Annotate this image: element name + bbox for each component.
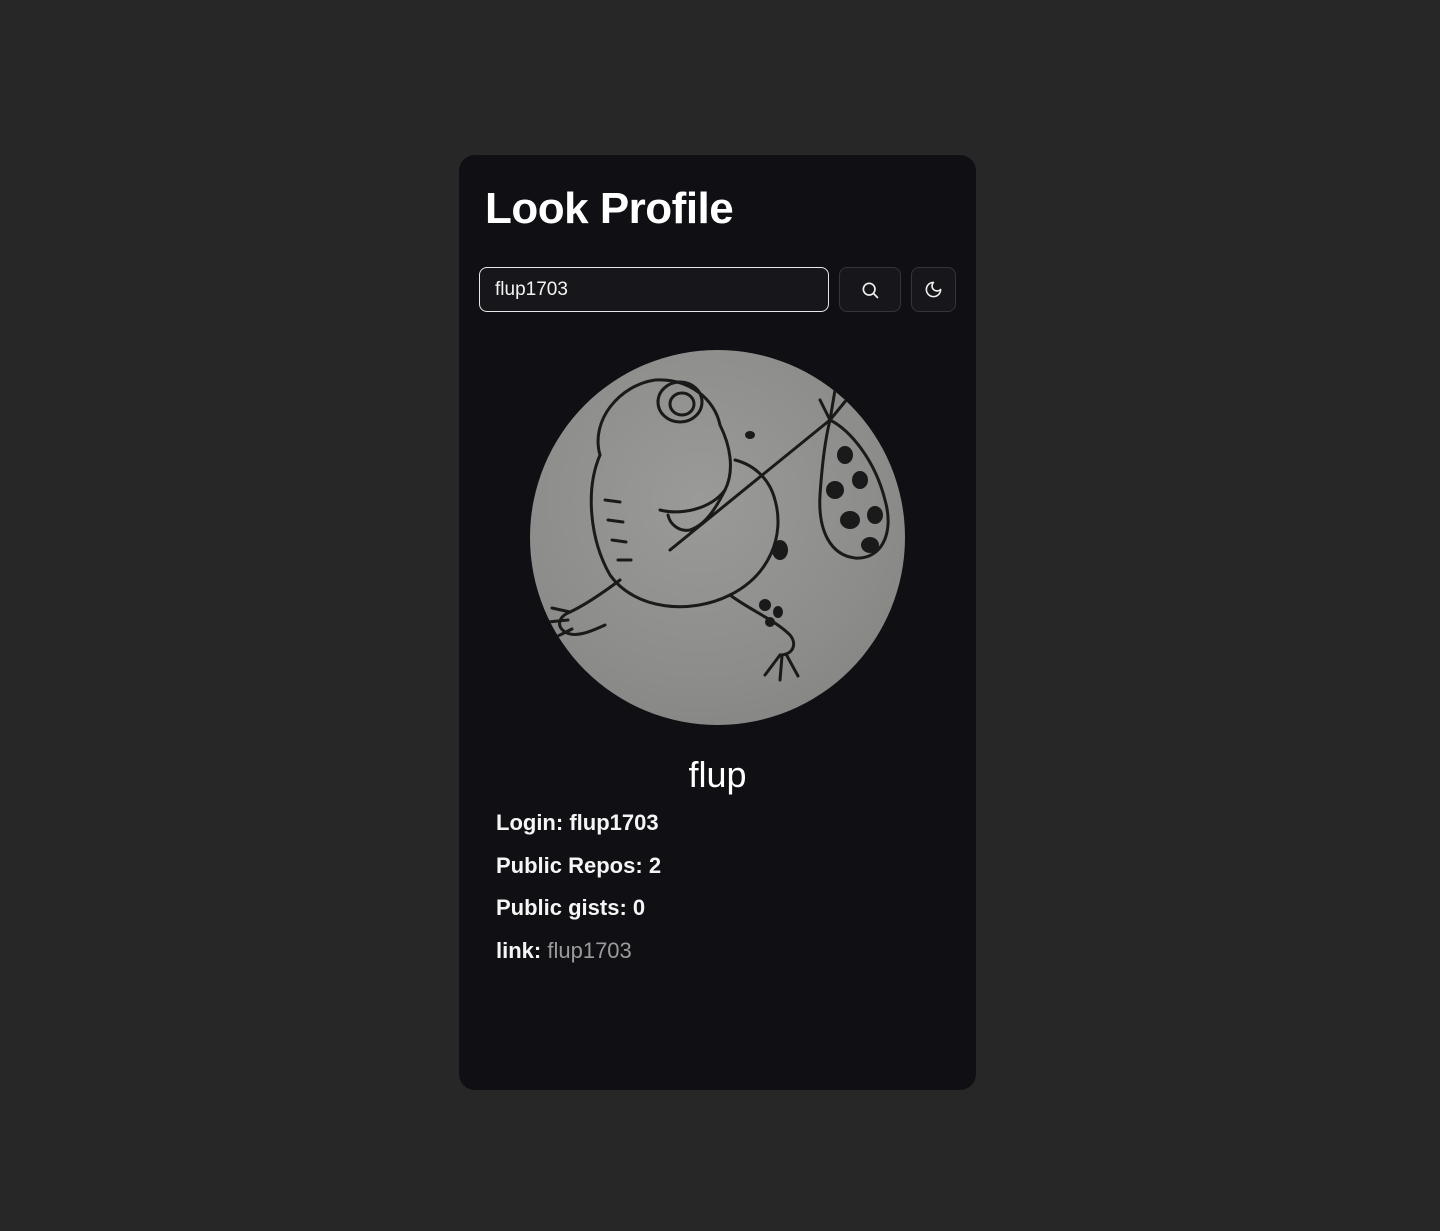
link-row: link: flup1703 bbox=[496, 933, 661, 976]
profile-link[interactable]: flup1703 bbox=[547, 938, 631, 963]
profile-name: flup bbox=[688, 754, 747, 795]
public-repos-value: 2 bbox=[648, 852, 662, 878]
search-input[interactable] bbox=[479, 267, 829, 312]
login-row: Login: flup1703 bbox=[496, 805, 661, 848]
frog-drawing bbox=[546, 378, 890, 682]
public-repos-label: Public Repos: bbox=[496, 852, 643, 878]
profile-info-list: Login: flup1703 Public Repos: 2 Public g… bbox=[496, 805, 661, 975]
theme-toggle-button[interactable] bbox=[911, 267, 956, 312]
link-label: link: bbox=[496, 937, 542, 963]
public-gists-label: Public gists: bbox=[496, 895, 627, 920]
login-value: flup1703 bbox=[569, 810, 659, 835]
search-button[interactable] bbox=[839, 267, 901, 312]
moon-icon bbox=[925, 281, 942, 298]
page-title: Look Profile bbox=[485, 184, 734, 233]
search-icon bbox=[862, 282, 879, 298]
public-gists-value: 0 bbox=[632, 895, 646, 920]
login-label: Login: bbox=[496, 810, 564, 835]
profile-card: Look Profile flup1703 flup Login: flup17… bbox=[459, 155, 976, 1090]
public-repos-row: Public Repos: 2 bbox=[496, 848, 661, 891]
avatar bbox=[530, 350, 905, 725]
public-gists-row: Public gists: 0 bbox=[496, 890, 661, 933]
